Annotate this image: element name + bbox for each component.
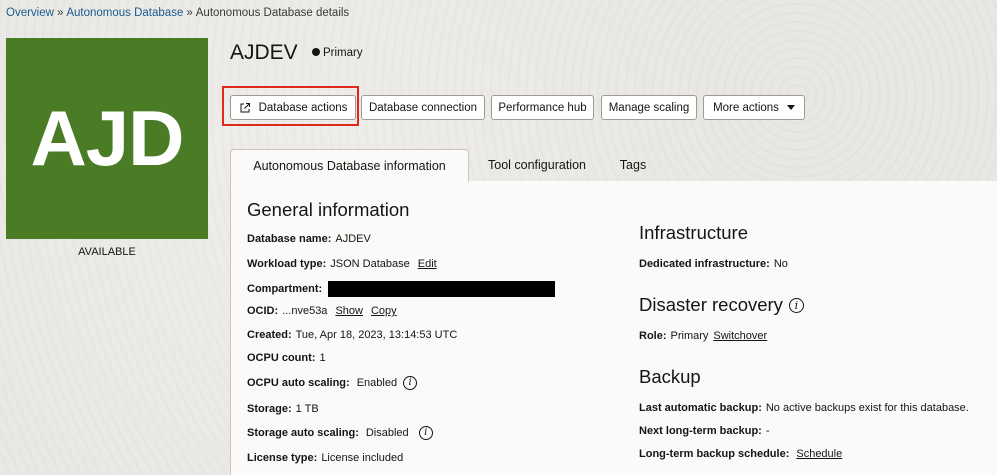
database-tile: AJD [6, 38, 208, 239]
performance-hub-label: Performance hub [498, 101, 587, 114]
dr-role-label: Role: [639, 330, 667, 342]
role-badge-label: Primary [323, 47, 363, 59]
license-type-value: License included [321, 452, 404, 464]
tab-tool-configuration[interactable]: Tool configuration [478, 149, 596, 181]
dedicated-infrastructure-row: Dedicated infrastructure: No [639, 258, 788, 270]
info-icon[interactable]: i [418, 426, 433, 440]
next-long-term-backup-label: Next long-term backup: [639, 425, 762, 437]
tab-tags[interactable]: Tags [610, 149, 656, 181]
show-ocid-link[interactable]: Show [335, 305, 363, 317]
manage-scaling-button[interactable]: Manage scaling [601, 95, 697, 120]
breadcrumb-separator: » [56, 7, 64, 19]
info-icon[interactable]: i [403, 376, 418, 390]
last-automatic-backup-row: Last automatic backup: No active backups… [639, 402, 969, 414]
database-actions-label: Database actions [258, 101, 348, 114]
more-actions-button[interactable]: More actions [703, 95, 805, 120]
tab-autonomous-database-information[interactable]: Autonomous Database information [230, 149, 469, 182]
backup-heading: Backup [639, 366, 701, 387]
tab-label: Tags [619, 158, 647, 172]
next-long-term-backup-row: Next long-term backup: - [639, 425, 770, 437]
breadcrumb-autonomous-database-link[interactable]: Autonomous Database [66, 7, 183, 19]
breadcrumb-separator: » [186, 7, 193, 19]
performance-hub-button[interactable]: Performance hub [491, 95, 594, 120]
role-badge: Primary [312, 47, 363, 59]
long-term-backup-schedule-row: Long-term backup schedule: Schedule [639, 448, 842, 460]
page-title: AJDEV [230, 41, 298, 64]
chevron-down-icon [786, 105, 795, 110]
disaster-recovery-heading: Disaster recovery [639, 294, 783, 315]
ocpu-count-row: OCPU count: 1 [247, 352, 326, 364]
ocpu-count-value: 1 [319, 352, 326, 364]
lifecycle-status: AVAILABLE [78, 246, 136, 258]
dr-role-row: Role: Primary Switchover [639, 330, 767, 342]
compartment-label: Compartment: [247, 283, 323, 295]
ocid-value: ...nve53a [282, 305, 328, 317]
tab-label: Autonomous Database information [253, 159, 446, 173]
dedicated-infrastructure-label: Dedicated infrastructure: [639, 258, 770, 270]
dr-role-value: Primary [670, 330, 709, 342]
last-automatic-backup-label: Last automatic backup: [639, 402, 762, 414]
ocpu-auto-scaling-row: OCPU auto scaling: Enabled i [247, 376, 418, 390]
more-actions-label: More actions [713, 101, 779, 114]
infrastructure-heading: Infrastructure [639, 222, 748, 243]
storage-value: 1 TB [295, 403, 319, 415]
database-actions-button[interactable]: Database actions [230, 95, 356, 120]
manage-scaling-label: Manage scaling [608, 101, 690, 114]
breadcrumb-overview-link[interactable]: Overview [6, 7, 54, 19]
storage-auto-scaling-value: Disabled [365, 427, 409, 439]
external-link-icon [240, 102, 250, 112]
ocid-row: OCID: ...nve53a Show Copy [247, 305, 397, 317]
storage-auto-scaling-row: Storage auto scaling: Disabled i [247, 426, 433, 440]
ocid-label: OCID: [247, 305, 279, 317]
last-automatic-backup-value: No active backups exist for this databas… [765, 402, 969, 414]
license-type-row: License type: License included [247, 452, 403, 464]
switchover-link[interactable]: Switchover [713, 330, 767, 342]
database-connection-label: Database connection [368, 101, 478, 114]
database-name-value: AJDEV [335, 233, 371, 245]
storage-auto-scaling-label: Storage auto scaling: [247, 427, 359, 439]
dedicated-infrastructure-value: No [773, 258, 788, 270]
ocpu-auto-scaling-value: Enabled [356, 377, 398, 389]
status-dot-icon [312, 48, 320, 56]
breadcrumb-current: Autonomous Database details [195, 7, 350, 19]
created-row: Created: Tue, Apr 18, 2023, 13:14:53 UTC [247, 329, 457, 341]
storage-label: Storage: [247, 403, 292, 415]
long-term-backup-schedule-label: Long-term backup schedule: [639, 448, 790, 460]
license-type-label: License type: [247, 452, 318, 464]
compartment-redacted-value [328, 281, 556, 297]
general-information-heading: General information [247, 199, 410, 220]
info-icon[interactable]: i [788, 297, 804, 313]
copy-ocid-link[interactable]: Copy [371, 305, 397, 317]
storage-row: Storage: 1 TB [247, 403, 319, 415]
tab-label: Tool configuration [488, 158, 586, 172]
schedule-link[interactable]: Schedule [796, 448, 842, 460]
breadcrumb: Overview» Autonomous Database» Autonomous … [6, 7, 349, 19]
ocpu-auto-scaling-label: OCPU auto scaling: [247, 377, 350, 389]
edit-workload-link[interactable]: Edit [418, 258, 437, 270]
workload-type-value: JSON Database [330, 258, 410, 270]
compartment-row: Compartment: [247, 281, 556, 297]
created-value: Tue, Apr 18, 2023, 13:14:53 UTC [295, 329, 458, 341]
database-name-label: Database name: [247, 233, 332, 245]
next-long-term-backup-value: - [765, 425, 770, 437]
ocpu-count-label: OCPU count: [247, 352, 316, 364]
workload-type-label: Workload type: [247, 258, 327, 270]
database-name-row: Database name: AJDEV [247, 233, 371, 245]
created-label: Created: [247, 329, 292, 341]
disaster-recovery-heading-wrap: Disaster recovery i [639, 294, 804, 316]
workload-type-row: Workload type: JSON Database Edit [247, 258, 437, 270]
database-initials: AJD [30, 94, 184, 182]
database-connection-button[interactable]: Database connection [361, 95, 485, 120]
